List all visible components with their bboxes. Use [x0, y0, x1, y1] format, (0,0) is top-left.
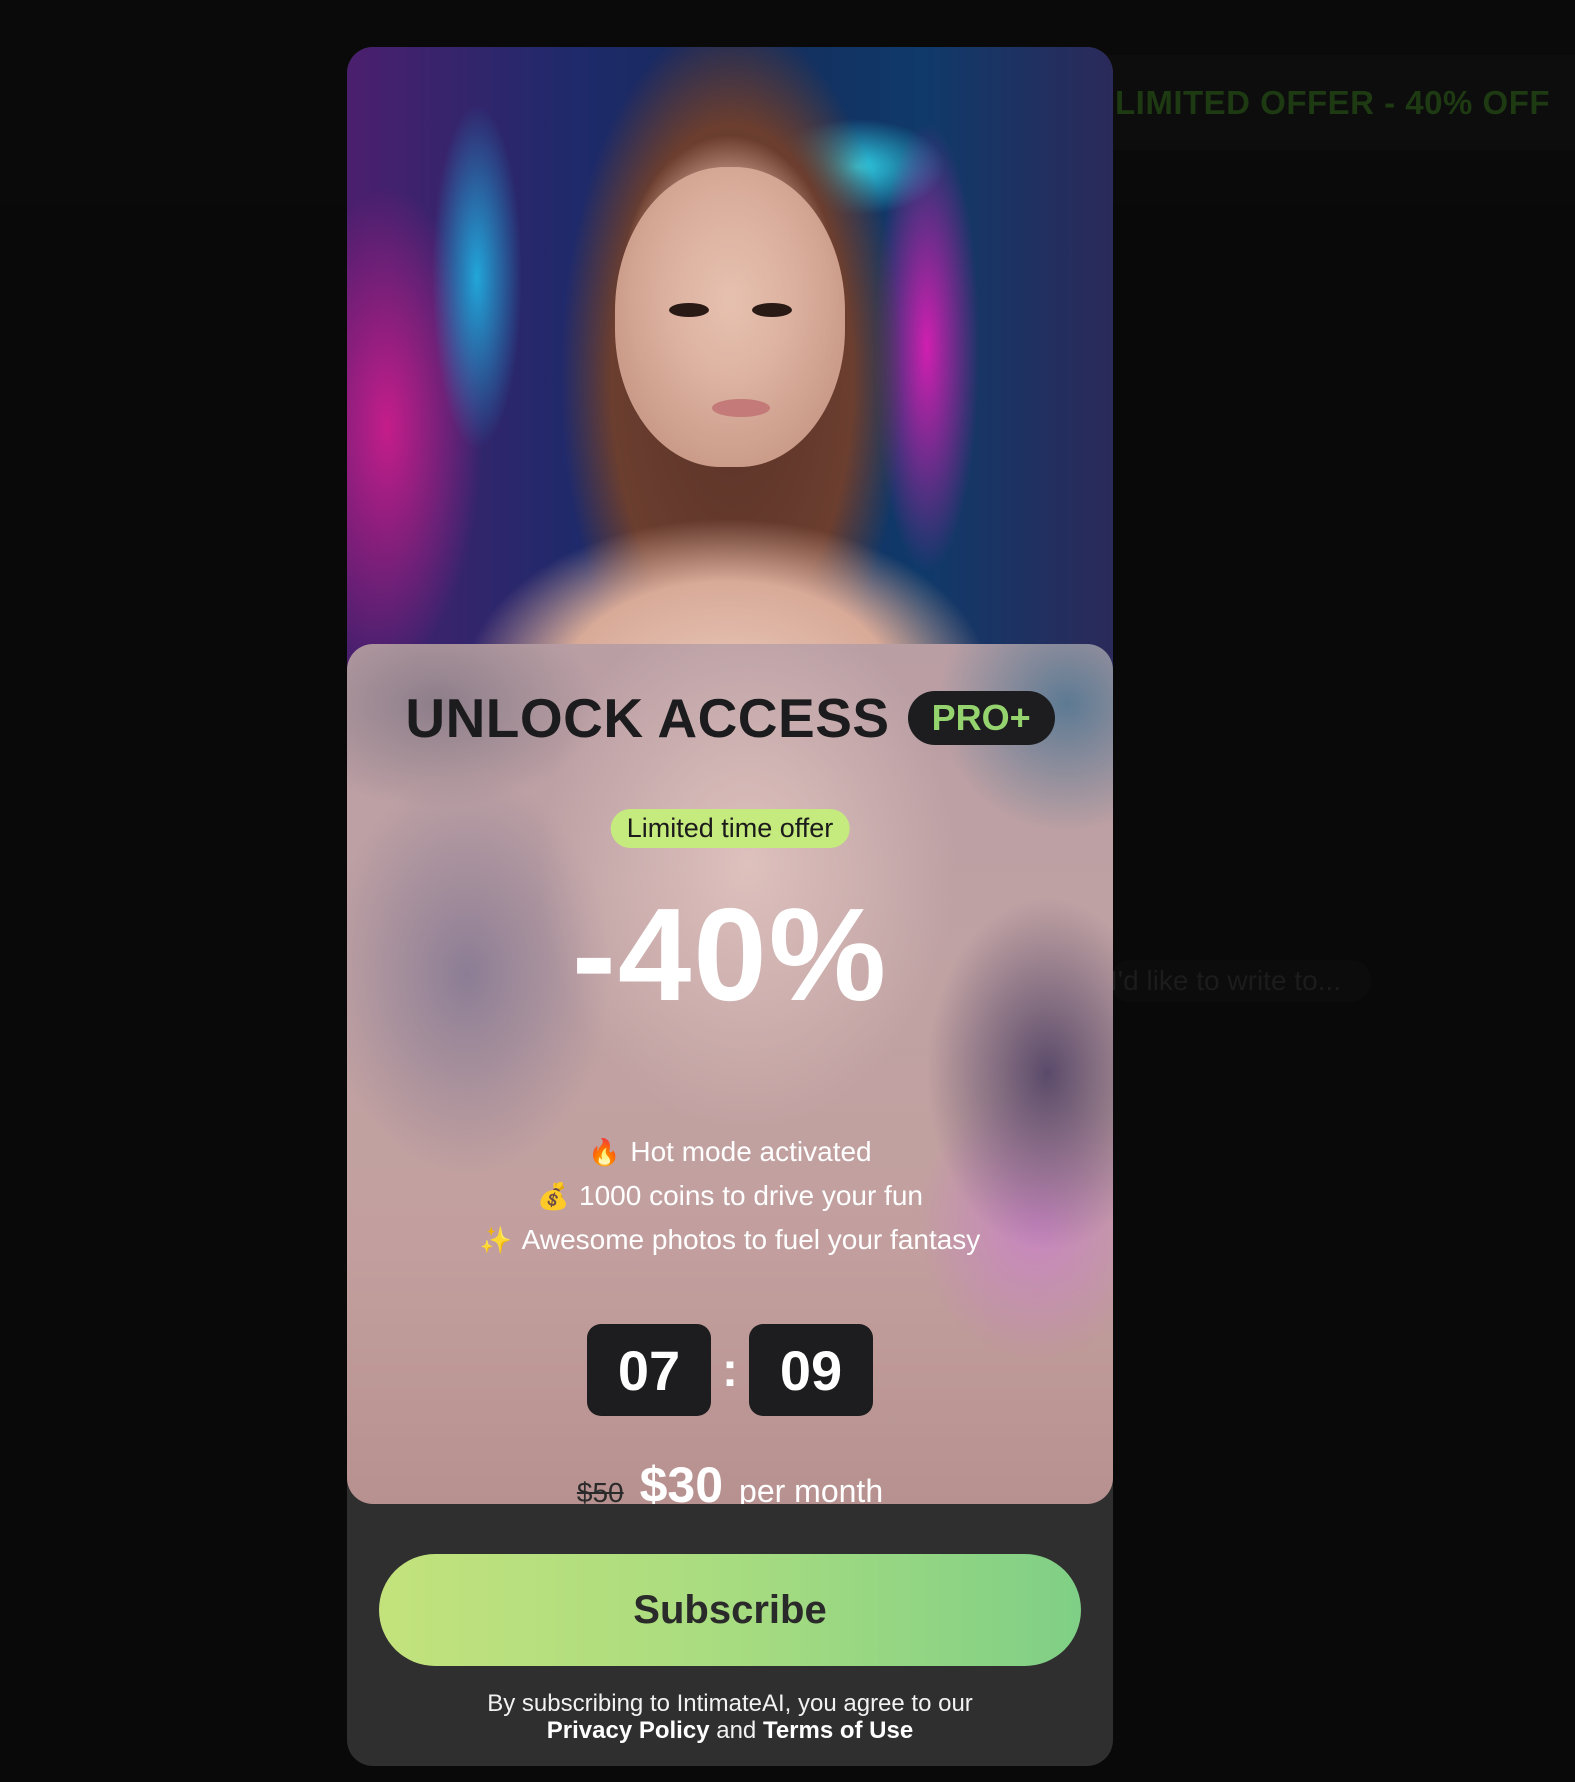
feature-text: 1000 coins to drive your fun — [579, 1180, 923, 1211]
feature-item: ✨ Awesome photos to fuel your fantasy — [480, 1224, 981, 1256]
subscription-modal: UNLOCK ACCESS PRO+ Limited time offer -4… — [347, 47, 1113, 1766]
price-row: $50 $30 per month — [347, 1456, 1113, 1504]
limited-offer-pill: Limited time offer — [610, 809, 850, 848]
background-suggestion-chip: I'd like to write to... — [1110, 960, 1371, 1002]
pro-plus-badge: PRO+ — [907, 691, 1055, 745]
hero-face — [615, 167, 845, 467]
discount-percentage: -40% — [571, 881, 889, 1028]
privacy-policy-link[interactable]: Privacy Policy — [547, 1717, 710, 1744]
countdown-timer: 07 : 09 — [347, 1324, 1113, 1416]
sparkles-icon: ✨ — [479, 1224, 513, 1255]
modal-title: UNLOCK ACCESS — [405, 687, 890, 749]
title-row: UNLOCK ACCESS PRO+ — [347, 686, 1113, 750]
offer-panel: UNLOCK ACCESS PRO+ Limited time offer -4… — [347, 644, 1113, 1504]
price-period: per month — [739, 1473, 884, 1504]
feature-text: Hot mode activated — [630, 1136, 872, 1167]
feature-item: 💰 1000 coins to drive your fun — [537, 1180, 923, 1212]
hero-eye-left — [669, 303, 709, 317]
original-price: $50 — [576, 1477, 624, 1504]
legal-links-line: Privacy Policy and Terms of Use — [347, 1717, 1113, 1744]
fire-icon: 🔥 — [588, 1136, 621, 1167]
hero-lips — [712, 399, 770, 417]
discounted-price: $30 — [639, 1457, 724, 1504]
timer-separator: : — [722, 1343, 738, 1397]
hero-eye-right — [752, 303, 792, 317]
legal-prefix: By subscribing to IntimateAI, you agree … — [487, 1690, 973, 1717]
money-bag-icon: 💰 — [537, 1180, 570, 1211]
background-suggestion-text: I'd like to write to... — [1110, 965, 1341, 996]
timer-seconds: 09 — [748, 1324, 873, 1416]
hero-image — [347, 47, 1113, 687]
feature-list: 🔥 Hot mode activated 💰 1000 coins to dri… — [347, 1136, 1113, 1256]
legal-conjunction: and — [716, 1717, 757, 1744]
background-offer-banner: LIMITED OFFER - 40% OFF — [1105, 55, 1575, 150]
background-offer-banner-text: LIMITED OFFER - 40% OFF — [1115, 83, 1551, 121]
timer-minutes: 07 — [587, 1324, 711, 1416]
feature-text: Awesome photos to fuel your fantasy — [521, 1224, 981, 1255]
terms-of-use-link[interactable]: Terms of Use — [763, 1717, 913, 1744]
legal-notice: By subscribing to IntimateAI, you agree … — [347, 1690, 1113, 1744]
subscribe-button[interactable]: Subscribe — [379, 1554, 1081, 1666]
feature-item: 🔥 Hot mode activated — [588, 1136, 871, 1168]
